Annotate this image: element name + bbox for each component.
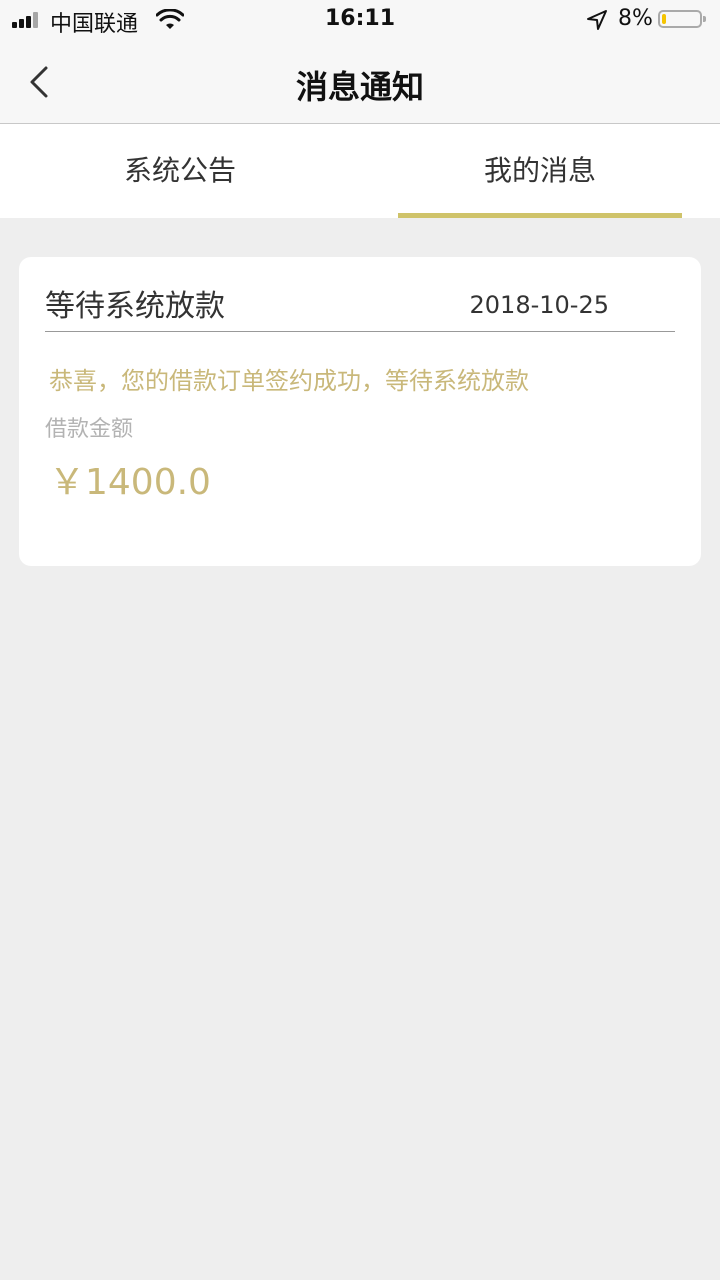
location-arrow-icon [587,10,607,30]
amount-label: 借款金额 [45,417,134,442]
divider [45,331,675,332]
status-time: 16:11 [324,6,396,31]
page-title: 消息通知 [295,68,424,106]
tab-system-announcements[interactable]: 系统公告 [0,124,360,218]
message-title: 等待系统放款 [45,289,225,324]
status-bar: 中国联通 16:11 8% [0,0,720,40]
active-tab-indicator [398,213,682,218]
battery-level-fill [662,14,666,24]
nav-bar: 消息通知 [0,40,720,124]
message-body: 恭喜，您的借款订单签约成功，等待系统放款 [49,367,529,395]
tab-bar: 系统公告 我的消息 [0,124,720,218]
tab-my-messages[interactable]: 我的消息 [360,124,720,218]
battery-icon [658,10,706,28]
message-date: 2018-10-25 [469,291,609,319]
amount-value: ￥1400.0 [49,462,211,503]
message-card[interactable]: 等待系统放款 2018-10-25 恭喜，您的借款订单签约成功，等待系统放款 借… [19,257,701,566]
battery-percent: 8% [618,6,653,31]
